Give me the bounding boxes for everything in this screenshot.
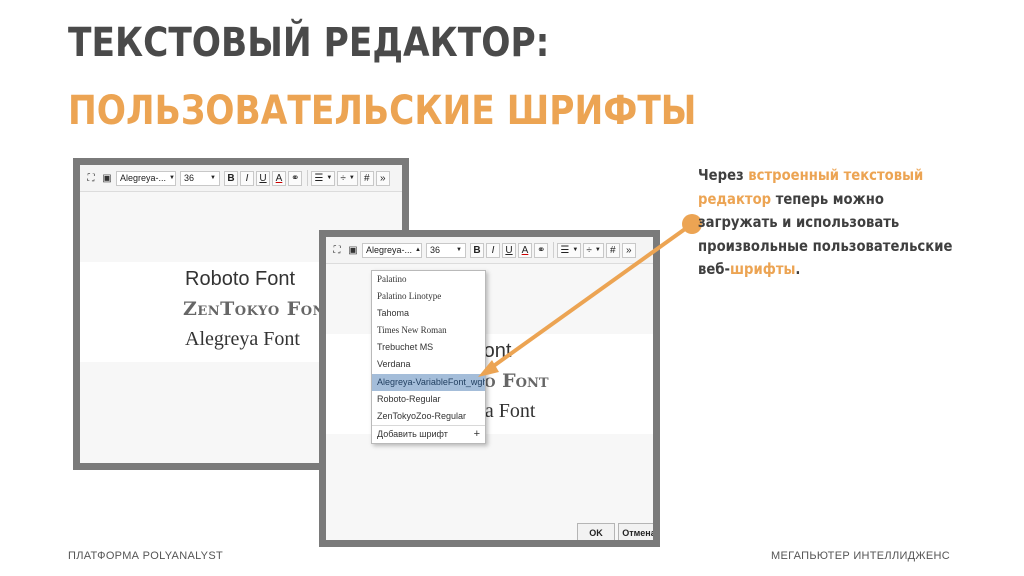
- footer-right: МЕГАПЬЮТЕР ИНТЕЛЛИДЖЕНС: [771, 550, 950, 562]
- arrow-line: [486, 222, 694, 372]
- description-text: Через встроенный текстовый редактор тепе…: [698, 166, 953, 278]
- footer-left: ПЛАТФОРМА POLYANALYST: [68, 550, 223, 562]
- callout-arrow: [478, 214, 702, 377]
